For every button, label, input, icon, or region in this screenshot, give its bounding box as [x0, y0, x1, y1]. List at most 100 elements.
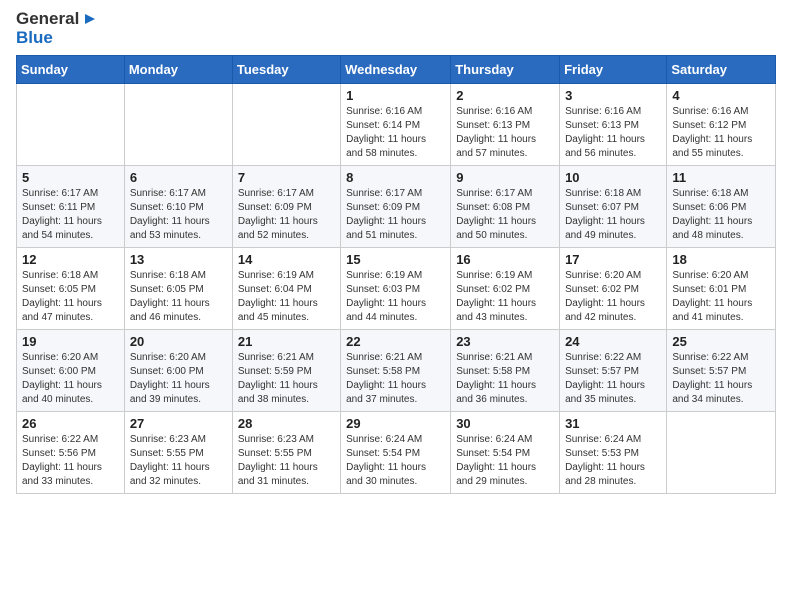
calendar-cell: 24Sunrise: 6:22 AMSunset: 5:57 PMDayligh… [560, 330, 667, 412]
calendar-cell: 25 Sunrise: 6:22 AMSunset: 5:57 PMDayligh… [667, 330, 776, 412]
day-number: 29 [346, 416, 445, 431]
day-info: Sunrise: 6:19 AMSunset: 6:03 PMDaylight:… [346, 269, 445, 325]
calendar-cell: 17Sunrise: 6:20 AMSunset: 6:02 PMDayligh… [560, 248, 667, 330]
day-info: Sunrise: 6:20 AMSunset: 6:00 PMDaylight:… [22, 351, 119, 407]
day-number: 16 [456, 252, 554, 267]
calendar-week-2: 12Sunrise: 6:18 AMSunset: 6:05 PMDayligh… [17, 248, 776, 330]
calendar-cell: 28Sunrise: 6:23 AMSunset: 5:55 PMDayligh… [232, 412, 340, 494]
calendar-cell: 20Sunrise: 6:20 AMSunset: 6:00 PMDayligh… [124, 330, 232, 412]
calendar-cell: 11 Sunrise: 6:18 AMSunset: 6:06 PMDayligh… [667, 166, 776, 248]
day-info: Sunrise: 6:18 AMSunset: 6:07 PMDaylight:… [565, 187, 661, 243]
day-number: 4 [672, 88, 770, 103]
logo: General Blue [16, 10, 99, 47]
calendar-cell: 2 Sunrise: 6:16 AMSunset: 6:13 PMDaylight… [451, 84, 560, 166]
page-header: General Blue [16, 10, 776, 47]
calendar-cell: 30 Sunrise: 6:24 AMSunset: 5:54 PMDayligh… [451, 412, 560, 494]
calendar-cell: 6 Sunrise: 6:17 AMSunset: 6:10 PMDaylight… [124, 166, 232, 248]
day-info: Sunrise: 6:21 AMSunset: 5:59 PMDaylight:… [238, 351, 335, 407]
calendar-cell: 31 Sunrise: 6:24 AMSunset: 5:53 PMDayligh… [560, 412, 667, 494]
calendar-cell: 9Sunrise: 6:17 AMSunset: 6:08 PMDaylight… [451, 166, 560, 248]
calendar-cell: 26 Sunrise: 6:22 AMSunset: 5:56 PMDayligh… [17, 412, 125, 494]
calendar-cell: 29Sunrise: 6:24 AMSunset: 5:54 PMDayligh… [341, 412, 451, 494]
day-info: Sunrise: 6:21 AMSunset: 5:58 PMDaylight:… [346, 351, 445, 407]
calendar-cell: 5Sunrise: 6:17 AMSunset: 6:11 PMDaylight… [17, 166, 125, 248]
weekday-header-wednesday: Wednesday [341, 56, 451, 84]
day-number: 1 [346, 88, 445, 103]
day-number: 7 [238, 170, 335, 185]
calendar-week-0: 1 Sunrise: 6:16 AMSunset: 6:14 PMDaylight… [17, 84, 776, 166]
calendar-week-4: 26 Sunrise: 6:22 AMSunset: 5:56 PMDayligh… [17, 412, 776, 494]
weekday-header-monday: Monday [124, 56, 232, 84]
day-number: 10 [565, 170, 661, 185]
calendar-cell: 1 Sunrise: 6:16 AMSunset: 6:14 PMDaylight… [341, 84, 451, 166]
logo-container: General Blue [16, 10, 99, 47]
calendar-cell: 22 Sunrise: 6:21 AMSunset: 5:58 PMDayligh… [341, 330, 451, 412]
logo-arrow-icon [81, 10, 99, 28]
logo-blue-text: Blue [16, 29, 99, 48]
day-number: 11 [672, 170, 770, 185]
day-number: 25 [672, 334, 770, 349]
weekday-header-tuesday: Tuesday [232, 56, 340, 84]
calendar-cell: 27 Sunrise: 6:23 AMSunset: 5:55 PMDayligh… [124, 412, 232, 494]
day-info: Sunrise: 6:21 AMSunset: 5:58 PMDaylight:… [456, 351, 554, 407]
calendar-cell: 8Sunrise: 6:17 AMSunset: 6:09 PMDaylight… [341, 166, 451, 248]
day-info: Sunrise: 6:17 AMSunset: 6:09 PMDaylight:… [346, 187, 445, 243]
calendar-cell: 16 Sunrise: 6:19 AMSunset: 6:02 PMDayligh… [451, 248, 560, 330]
day-info: Sunrise: 6:24 AMSunset: 5:53 PMDaylight:… [565, 433, 661, 489]
calendar-cell: 23Sunrise: 6:21 AMSunset: 5:58 PMDayligh… [451, 330, 560, 412]
day-info: Sunrise: 6:19 AMSunset: 6:02 PMDaylight:… [456, 269, 554, 325]
day-number: 14 [238, 252, 335, 267]
day-number: 15 [346, 252, 445, 267]
day-number: 30 [456, 416, 554, 431]
day-number: 13 [130, 252, 227, 267]
calendar-cell: 10 Sunrise: 6:18 AMSunset: 6:07 PMDayligh… [560, 166, 667, 248]
weekday-header-saturday: Saturday [667, 56, 776, 84]
day-info: Sunrise: 6:16 AMSunset: 6:13 PMDaylight:… [565, 105, 661, 161]
day-number: 18 [672, 252, 770, 267]
day-number: 21 [238, 334, 335, 349]
day-number: 26 [22, 416, 119, 431]
day-info: Sunrise: 6:22 AMSunset: 5:56 PMDaylight:… [22, 433, 119, 489]
day-info: Sunrise: 6:24 AMSunset: 5:54 PMDaylight:… [456, 433, 554, 489]
day-number: 9 [456, 170, 554, 185]
day-info: Sunrise: 6:16 AMSunset: 6:12 PMDaylight:… [672, 105, 770, 161]
day-number: 24 [565, 334, 661, 349]
day-number: 31 [565, 416, 661, 431]
day-number: 27 [130, 416, 227, 431]
day-number: 28 [238, 416, 335, 431]
day-info: Sunrise: 6:22 AMSunset: 5:57 PMDaylight:… [672, 351, 770, 407]
day-info: Sunrise: 6:18 AMSunset: 6:05 PMDaylight:… [130, 269, 227, 325]
day-number: 22 [346, 334, 445, 349]
weekday-header-friday: Friday [560, 56, 667, 84]
calendar-cell [667, 412, 776, 494]
calendar-cell [17, 84, 125, 166]
day-info: Sunrise: 6:20 AMSunset: 6:01 PMDaylight:… [672, 269, 770, 325]
calendar-cell: 19Sunrise: 6:20 AMSunset: 6:00 PMDayligh… [17, 330, 125, 412]
day-info: Sunrise: 6:17 AMSunset: 6:11 PMDaylight:… [22, 187, 119, 243]
calendar-cell: 3Sunrise: 6:16 AMSunset: 6:13 PMDaylight… [560, 84, 667, 166]
calendar-cell: 15 Sunrise: 6:19 AMSunset: 6:03 PMDayligh… [341, 248, 451, 330]
day-info: Sunrise: 6:23 AMSunset: 5:55 PMDaylight:… [130, 433, 227, 489]
calendar-cell: 13 Sunrise: 6:18 AMSunset: 6:05 PMDayligh… [124, 248, 232, 330]
day-info: Sunrise: 6:16 AMSunset: 6:13 PMDaylight:… [456, 105, 554, 161]
calendar-week-1: 5Sunrise: 6:17 AMSunset: 6:11 PMDaylight… [17, 166, 776, 248]
weekday-header-thursday: Thursday [451, 56, 560, 84]
weekday-header-sunday: Sunday [17, 56, 125, 84]
calendar-cell: 4 Sunrise: 6:16 AMSunset: 6:12 PMDaylight… [667, 84, 776, 166]
logo-general-text: General [16, 10, 79, 29]
day-info: Sunrise: 6:17 AMSunset: 6:09 PMDaylight:… [238, 187, 335, 243]
day-info: Sunrise: 6:19 AMSunset: 6:04 PMDaylight:… [238, 269, 335, 325]
day-info: Sunrise: 6:17 AMSunset: 6:10 PMDaylight:… [130, 187, 227, 243]
calendar-page: General Blue SundayMondayTuesdayWednesda… [0, 0, 792, 612]
calendar-cell: 12Sunrise: 6:18 AMSunset: 6:05 PMDayligh… [17, 248, 125, 330]
calendar-cell: 14 Sunrise: 6:19 AMSunset: 6:04 PMDayligh… [232, 248, 340, 330]
day-info: Sunrise: 6:16 AMSunset: 6:14 PMDaylight:… [346, 105, 445, 161]
day-info: Sunrise: 6:18 AMSunset: 6:06 PMDaylight:… [672, 187, 770, 243]
calendar-cell: 7 Sunrise: 6:17 AMSunset: 6:09 PMDaylight… [232, 166, 340, 248]
calendar-cell: 18 Sunrise: 6:20 AMSunset: 6:01 PMDayligh… [667, 248, 776, 330]
day-number: 2 [456, 88, 554, 103]
calendar-table: SundayMondayTuesdayWednesdayThursdayFrid… [16, 55, 776, 494]
day-info: Sunrise: 6:18 AMSunset: 6:05 PMDaylight:… [22, 269, 119, 325]
day-number: 17 [565, 252, 661, 267]
day-number: 6 [130, 170, 227, 185]
